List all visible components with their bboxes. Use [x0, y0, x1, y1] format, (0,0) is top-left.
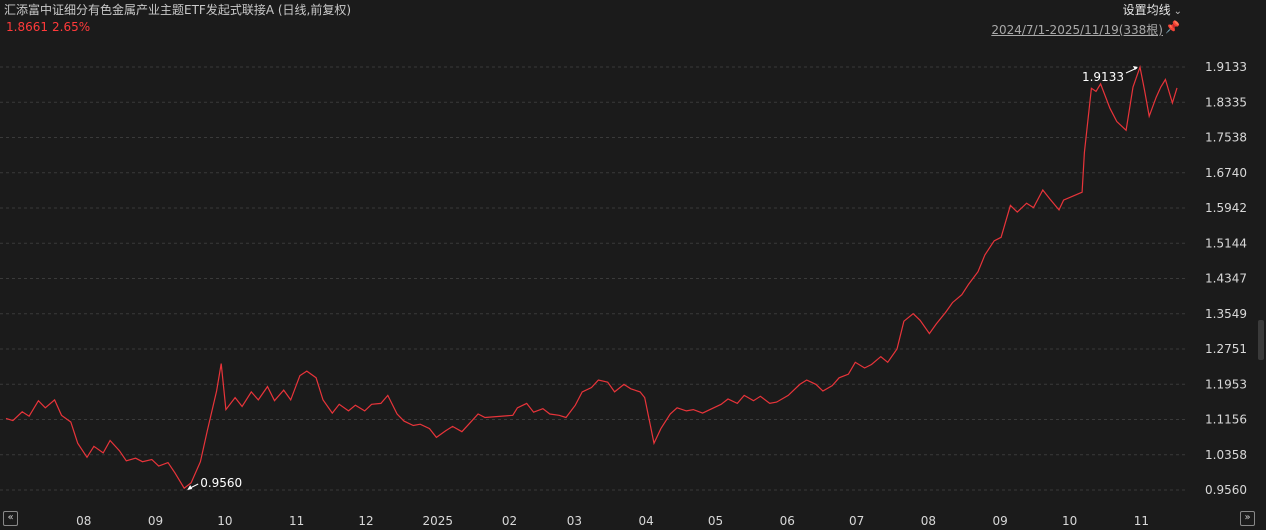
y-tick-label: 1.7538 [1205, 131, 1247, 145]
x-tick-label: 2025 [423, 514, 454, 528]
high-annotation-label: 1.9133 [1082, 70, 1124, 84]
x-tick-label: 06 [780, 514, 795, 528]
x-tick-label: 03 [567, 514, 582, 528]
y-tick-label: 1.9133 [1205, 60, 1247, 74]
y-tick-label: 1.3549 [1205, 307, 1247, 321]
y-tick-label: 1.5942 [1205, 201, 1247, 215]
x-tick-label: 09 [993, 514, 1008, 528]
low-annotation-label: 0.9560 [200, 476, 242, 490]
y-tick-label: 1.1953 [1205, 377, 1247, 391]
y-tick-label: 1.2751 [1205, 342, 1247, 356]
scroll-handle[interactable] [1258, 320, 1264, 360]
x-tick-label: 02 [502, 514, 517, 528]
y-tick-label: 1.8335 [1205, 95, 1247, 109]
scroll-left-icon[interactable]: « [3, 511, 18, 526]
grid-lines [0, 66, 1188, 491]
x-tick-label: 07 [849, 514, 864, 528]
x-tick-label: 11 [289, 514, 304, 528]
x-tick-label: 05 [708, 514, 723, 528]
x-tick-label: 08 [76, 514, 91, 528]
scroll-right-icon[interactable]: » [1240, 511, 1255, 526]
y-axis: 1.9133 1.8335 1.7538 1.6740 1.5942 1.5144 1.43… [1205, 60, 1247, 497]
y-tick-label: 1.1156 [1205, 413, 1247, 427]
x-tick-label: 04 [638, 514, 653, 528]
x-tick-label: 08 [921, 514, 936, 528]
x-axis: 08 09 10 11 12 2025 02 03 04 05 06 07 08 09 10 11 [76, 514, 1149, 528]
y-tick-label: 0.9560 [1205, 483, 1247, 497]
price-series-line [5, 64, 1178, 490]
x-tick-label: 12 [358, 514, 373, 528]
y-tick-label: 1.4347 [1205, 272, 1247, 286]
price-chart[interactable]: 08 09 10 11 12 2025 02 03 04 05 06 07 08 09 10 11 1.913… [0, 0, 1266, 530]
y-tick-label: 1.5144 [1205, 236, 1247, 250]
y-tick-label: 1.0358 [1205, 448, 1247, 462]
y-tick-label: 1.6740 [1205, 166, 1247, 180]
x-tick-label: 10 [1062, 514, 1077, 528]
x-tick-label: 09 [148, 514, 163, 528]
x-tick-label: 10 [217, 514, 232, 528]
x-tick-label: 11 [1134, 514, 1149, 528]
